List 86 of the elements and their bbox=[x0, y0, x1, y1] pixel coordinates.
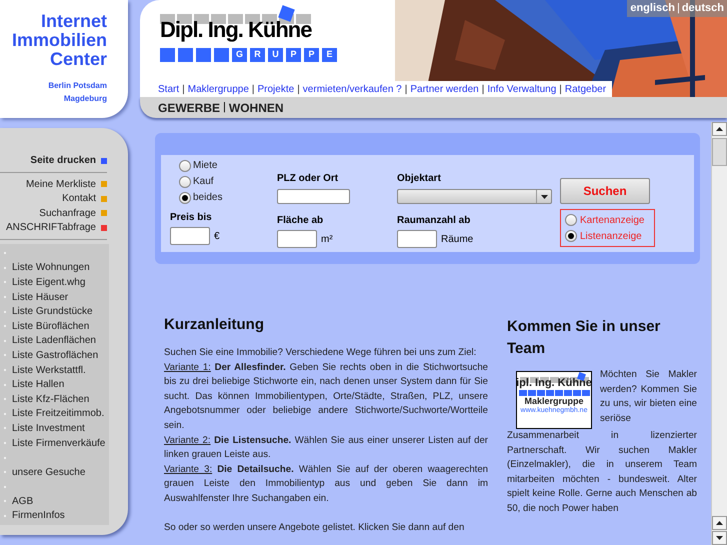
nav-link[interactable]: Maklergruppe bbox=[188, 82, 249, 96]
nav-link[interactable]: Ratgeber bbox=[564, 82, 606, 96]
list-link[interactable]: Liste Eigent.whg bbox=[12, 274, 86, 290]
list-link[interactable]: Liste Kfz-Flächen bbox=[12, 392, 90, 407]
intro-text: Suchen Sie eine Immobilie? Verschiedene Wege führen bei uns zum Ziel: bbox=[164, 346, 478, 360]
brand-title: Center bbox=[50, 50, 107, 69]
print-link[interactable]: Seite drucken bbox=[30, 153, 96, 168]
object-type-select[interactable] bbox=[397, 189, 552, 204]
caret-icon bbox=[540, 194, 548, 198]
list-link[interactable]: Liste Gastroflächen bbox=[12, 348, 98, 363]
radio-button[interactable] bbox=[179, 192, 191, 204]
up-arrow-icon bbox=[716, 521, 723, 525]
sidebar-link[interactable]: ANSCHRIFTabfrage bbox=[6, 220, 96, 236]
list-link[interactable]: Liste Ladenflächen bbox=[12, 333, 96, 348]
guide-paragraph: So oder so werden unsere Angebote gelistet. Klicken Sie dann auf den bbox=[164, 521, 466, 536]
list-link[interactable]: Liste Wohnungen bbox=[12, 260, 90, 276]
guide-paragraph: Variante 1: Der Allesfinder. Geben Sie rechts oben in die Stichwortsuche bis zu drei beliebige Stichworte ein, nach denen unser System dann für Sie sucht. Das können Immobilientypen, Orte/Städte, Straßen, PLZ, unsere Angebotsnummer oder beliebige andere Stichworte/Suchworte/Wortteile sein. bbox=[164, 360, 488, 433]
radio-button[interactable] bbox=[179, 176, 191, 188]
separator: | bbox=[297, 82, 300, 96]
scroll-down-button[interactable] bbox=[712, 531, 727, 545]
separator: | bbox=[252, 82, 254, 96]
section-title: Kurzanleitung bbox=[164, 316, 265, 334]
city-name: Berlin Potsdam bbox=[48, 80, 107, 92]
price-field[interactable] bbox=[170, 227, 210, 245]
list-link[interactable]: Liste Hallen bbox=[12, 377, 64, 392]
sidebar-link[interactable]: Meine Merkliste bbox=[26, 176, 96, 192]
radio-label: Listenanzeige bbox=[580, 230, 642, 244]
list-link[interactable]: Liste Werkstattfl. bbox=[12, 362, 86, 378]
list-link[interactable]: Liste Häuser bbox=[12, 290, 68, 305]
sidebar-link[interactable]: Kontakt bbox=[62, 191, 96, 206]
scroll-up-button[interactable] bbox=[712, 122, 727, 136]
field-label: PLZ oder Ort bbox=[277, 172, 340, 186]
nav-link[interactable]: Info Verwaltung bbox=[487, 82, 556, 96]
radio-label: beides bbox=[193, 191, 222, 205]
unit-label: m² bbox=[321, 232, 333, 246]
list-link[interactable]: FirmenInfos bbox=[12, 508, 65, 524]
list-link[interactable]: Liste Grundstücke bbox=[12, 304, 93, 320]
radio-button[interactable] bbox=[565, 230, 577, 242]
separator: | bbox=[559, 82, 562, 96]
scroll-up-button[interactable] bbox=[712, 516, 727, 530]
list-link[interactable]: AGB bbox=[12, 494, 34, 509]
brand-title: Internet bbox=[40, 12, 107, 31]
separator: | bbox=[182, 82, 185, 96]
category-link[interactable]: WOHNEN bbox=[228, 98, 284, 116]
field-label: Fläche ab bbox=[277, 214, 324, 228]
brand-title: Immobilien bbox=[12, 31, 107, 50]
scroll-thumb[interactable] bbox=[712, 138, 727, 166]
team-text: Zusammenarbeit in lizenzierter Partnerschaft. Wir suchen Makler (Einzelmakler), die in unserem Team mitarbeiten möchten - bundesweit. Alter spielt keine Rolle. Gerne auch Menschen ab 50, die noch Power haben bbox=[507, 429, 697, 516]
location-field[interactable] bbox=[277, 189, 350, 204]
guide-paragraph: Variante 3: Die Detailsuche. Wählen Sie auf der oberen waagerechten grauen Leiste den Immobilientyp aus und geben Sie dann im Auswahlfenster Ihre Suchangaben ein. bbox=[164, 462, 488, 506]
team-text: Möchten Sie Makler werden? Kommen Sie zu uns, wir bieten eine seriöse bbox=[600, 368, 697, 426]
sidebar-link[interactable]: Suchanfrage bbox=[39, 206, 96, 221]
language-link[interactable]: englisch bbox=[630, 0, 675, 17]
radio-button[interactable] bbox=[179, 160, 191, 172]
rooms-field[interactable] bbox=[397, 230, 437, 248]
radio-label: Miete bbox=[193, 159, 218, 173]
radio-label: Kartenanzeige bbox=[580, 214, 644, 228]
field-label: Objektart bbox=[397, 172, 442, 186]
radio-button[interactable] bbox=[565, 214, 577, 226]
up-arrow-icon bbox=[716, 127, 723, 131]
down-arrow-icon bbox=[716, 536, 723, 540]
unit-label: € bbox=[214, 230, 220, 244]
list-link[interactable]: Liste Büroflächen bbox=[12, 318, 90, 334]
list-link[interactable]: Liste Investment bbox=[12, 420, 85, 436]
separator: | bbox=[404, 82, 408, 96]
list-link[interactable]: Liste Freitzeitimmob. bbox=[12, 406, 104, 422]
nav-link[interactable]: Partner werden bbox=[410, 82, 479, 96]
nav-link[interactable]: Start bbox=[158, 82, 180, 96]
field-label: Raumanzahl ab bbox=[397, 214, 472, 228]
guide-paragraph: Variante 2: Die Listensuche. Wählen Sie aus einer unserer Listen auf der linken grauen Leiste aus. bbox=[164, 434, 488, 462]
separator: | bbox=[676, 1, 680, 16]
language-link[interactable]: deutsch bbox=[682, 0, 724, 17]
city-name: Magdeburg bbox=[64, 93, 107, 105]
area-field[interactable] bbox=[277, 230, 317, 248]
nav-link[interactable]: vermieten/verkaufen ? bbox=[302, 82, 402, 96]
radio-label: Kauf bbox=[193, 175, 214, 189]
list-link[interactable]: unsere Gesuche bbox=[12, 464, 86, 480]
category-link[interactable]: GEWERBE bbox=[158, 98, 220, 116]
separator: | bbox=[223, 100, 226, 116]
list-link[interactable]: Liste Firmenverkäufe bbox=[12, 436, 106, 451]
separator: | bbox=[482, 82, 484, 96]
company-logo: Dipl. Ing. Kühne G R U P P E bbox=[160, 4, 340, 66]
field-label: Preis bis bbox=[170, 211, 213, 225]
unit-label: Räume bbox=[441, 232, 474, 246]
section-title: Kommen Sie in unser Team bbox=[507, 317, 662, 359]
nav-link[interactable]: Projekte bbox=[258, 82, 294, 96]
